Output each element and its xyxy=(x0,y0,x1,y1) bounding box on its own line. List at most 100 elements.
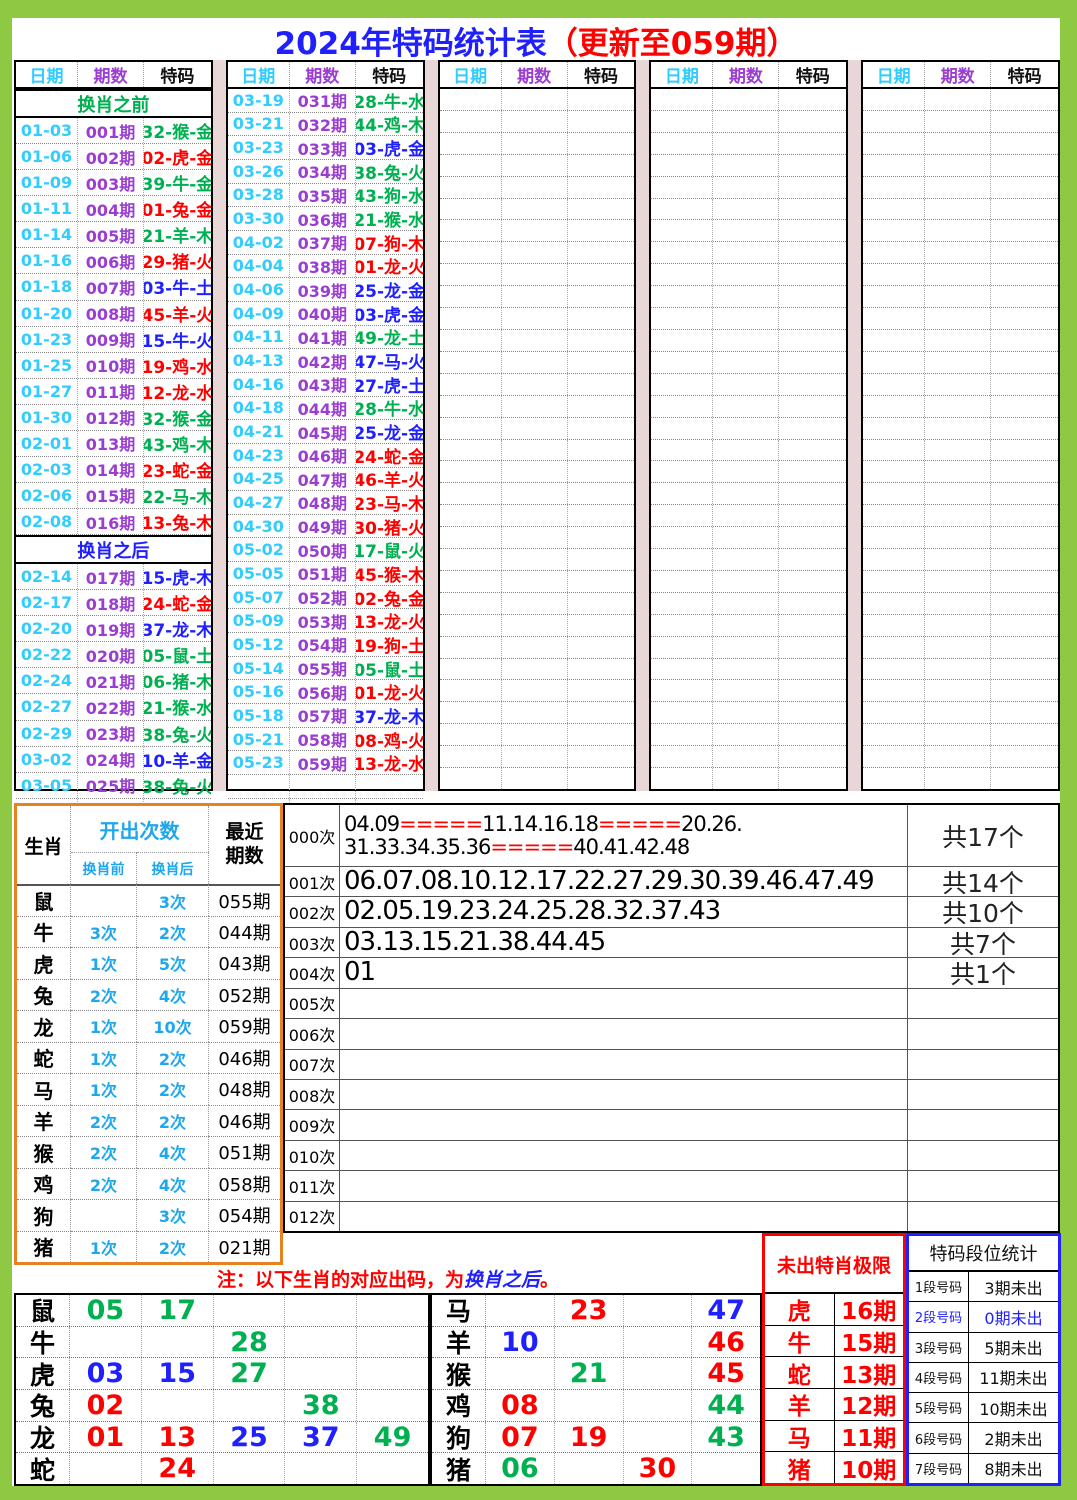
code-cell xyxy=(991,571,1058,592)
period-cell xyxy=(502,373,568,395)
period-table-group: 日期 期数 特码 03-19 031期 28-牛-水 03-21 032期 44-鸡-木 03-2… xyxy=(225,60,425,845)
table-row xyxy=(863,132,1058,155)
freq-row: 001次 06.07.08.10.12.17.22.27.29.30.39.46.… xyxy=(285,867,1058,898)
code-cell: 24-蛇-金 xyxy=(144,595,211,616)
period-cell: 017期 xyxy=(78,564,144,590)
table-row: 05-23 059期 13-龙-水 xyxy=(227,751,423,776)
code-cell: 13-龙-水 xyxy=(355,755,423,775)
code-cell xyxy=(779,724,846,745)
code-cell: 49-龙-土 xyxy=(355,329,423,349)
date-cell xyxy=(651,527,714,549)
code-cell: 44-鸡-木 xyxy=(355,116,423,136)
number-cell xyxy=(624,1421,693,1453)
date-cell: 01-03 xyxy=(16,118,78,144)
before-count xyxy=(71,1199,137,1231)
date-cell xyxy=(863,351,926,373)
date-cell xyxy=(863,658,926,680)
date-cell: 05-05 xyxy=(228,562,290,585)
number-cell: 49 xyxy=(373,1421,412,1453)
period-cell: 008期 xyxy=(78,300,144,326)
table-row: 04-27 048期 23-马-木 xyxy=(227,491,423,515)
date-cell: 02-20 xyxy=(16,616,78,642)
section-label: 换肖之前 xyxy=(77,94,150,116)
date-cell xyxy=(440,286,502,308)
table-row xyxy=(863,614,1058,637)
number-cell xyxy=(142,1390,214,1421)
period-cell xyxy=(713,724,780,746)
date-cell xyxy=(863,505,926,527)
period-cell xyxy=(925,724,992,746)
date-cell: 02-27 xyxy=(16,694,78,720)
table-row xyxy=(651,636,847,659)
table-row xyxy=(439,527,635,550)
table-row xyxy=(651,702,847,725)
table-row xyxy=(439,373,635,396)
code-cell xyxy=(779,418,846,439)
freq-segment: 40.41.42.48 xyxy=(573,834,690,859)
table-row: 02-01 013期 43-鸡-木 xyxy=(16,430,211,457)
date-cell xyxy=(651,505,714,527)
after-count: 2次 xyxy=(137,1073,209,1105)
period-cell: 022期 xyxy=(78,694,144,720)
period-cell: 039期 xyxy=(290,278,356,301)
code-cell: 10-羊-金 xyxy=(144,751,211,772)
period-cell xyxy=(925,395,992,417)
code-cell xyxy=(568,461,635,482)
code-cell xyxy=(779,615,846,636)
code-cell xyxy=(568,768,635,789)
date-cell xyxy=(863,89,926,110)
code-cell: 17-鼠-火 xyxy=(355,542,423,562)
number-cell: 44 xyxy=(707,1389,745,1421)
code-cell xyxy=(991,330,1058,351)
code-cell xyxy=(991,89,1058,110)
segment-label: 2段号码 xyxy=(909,1302,969,1332)
date-cell xyxy=(651,154,714,176)
date-cell: 02-03 xyxy=(16,456,78,482)
segment-row: 1段号码 3期未出 xyxy=(909,1272,1058,1303)
date-cell: 03-19 xyxy=(228,89,290,112)
period-cell: 015期 xyxy=(78,482,144,508)
date-cell xyxy=(863,746,926,768)
table-row xyxy=(651,658,847,681)
code-cell xyxy=(991,527,1058,548)
period-cell: 031期 xyxy=(290,89,356,112)
code-cell xyxy=(779,505,846,526)
date-cell xyxy=(863,680,926,702)
date-cell xyxy=(863,154,926,176)
code-cell xyxy=(991,177,1058,198)
period-cell xyxy=(502,768,568,789)
table-row: 02-14 017期 15-虎-木 xyxy=(16,564,211,591)
code-cell xyxy=(568,724,635,745)
code-cell: 03-虎-金 xyxy=(355,305,423,325)
period-cell: 056期 xyxy=(290,680,356,704)
number-cell: 17 xyxy=(142,1295,214,1326)
number-cell xyxy=(692,1453,760,1484)
table-row xyxy=(439,483,635,506)
code-cell xyxy=(568,615,635,636)
code-cell: 30-猪-火 xyxy=(355,518,423,538)
freq-total: 共17个 xyxy=(942,822,1024,852)
number-cell: 02 xyxy=(70,1390,142,1421)
code-cell: 13-兔-木 xyxy=(144,514,211,535)
code-cell xyxy=(779,242,846,263)
date-cell xyxy=(651,570,714,592)
bottom-row: 猪 06 30 xyxy=(432,1453,760,1485)
code-cell xyxy=(568,242,635,263)
table-row xyxy=(863,286,1058,309)
missing-periods: 11期 xyxy=(841,1426,897,1453)
table-row xyxy=(651,680,847,703)
recent-period-header: 最近 期数 xyxy=(225,821,264,867)
code-cell xyxy=(991,133,1058,154)
number-cell: 37 xyxy=(285,1422,358,1453)
date-cell xyxy=(863,308,926,329)
table-row xyxy=(863,570,1058,593)
missing-periods: 16期 xyxy=(841,1299,897,1326)
segment-row: 7段号码 8期未出 xyxy=(909,1453,1058,1483)
date-cell xyxy=(440,746,502,768)
date-cell: 01-09 xyxy=(16,170,78,196)
table-row xyxy=(651,242,847,265)
before-count xyxy=(71,884,137,916)
date-cell xyxy=(863,724,926,746)
date-cell xyxy=(440,242,502,264)
date-cell xyxy=(651,417,714,439)
